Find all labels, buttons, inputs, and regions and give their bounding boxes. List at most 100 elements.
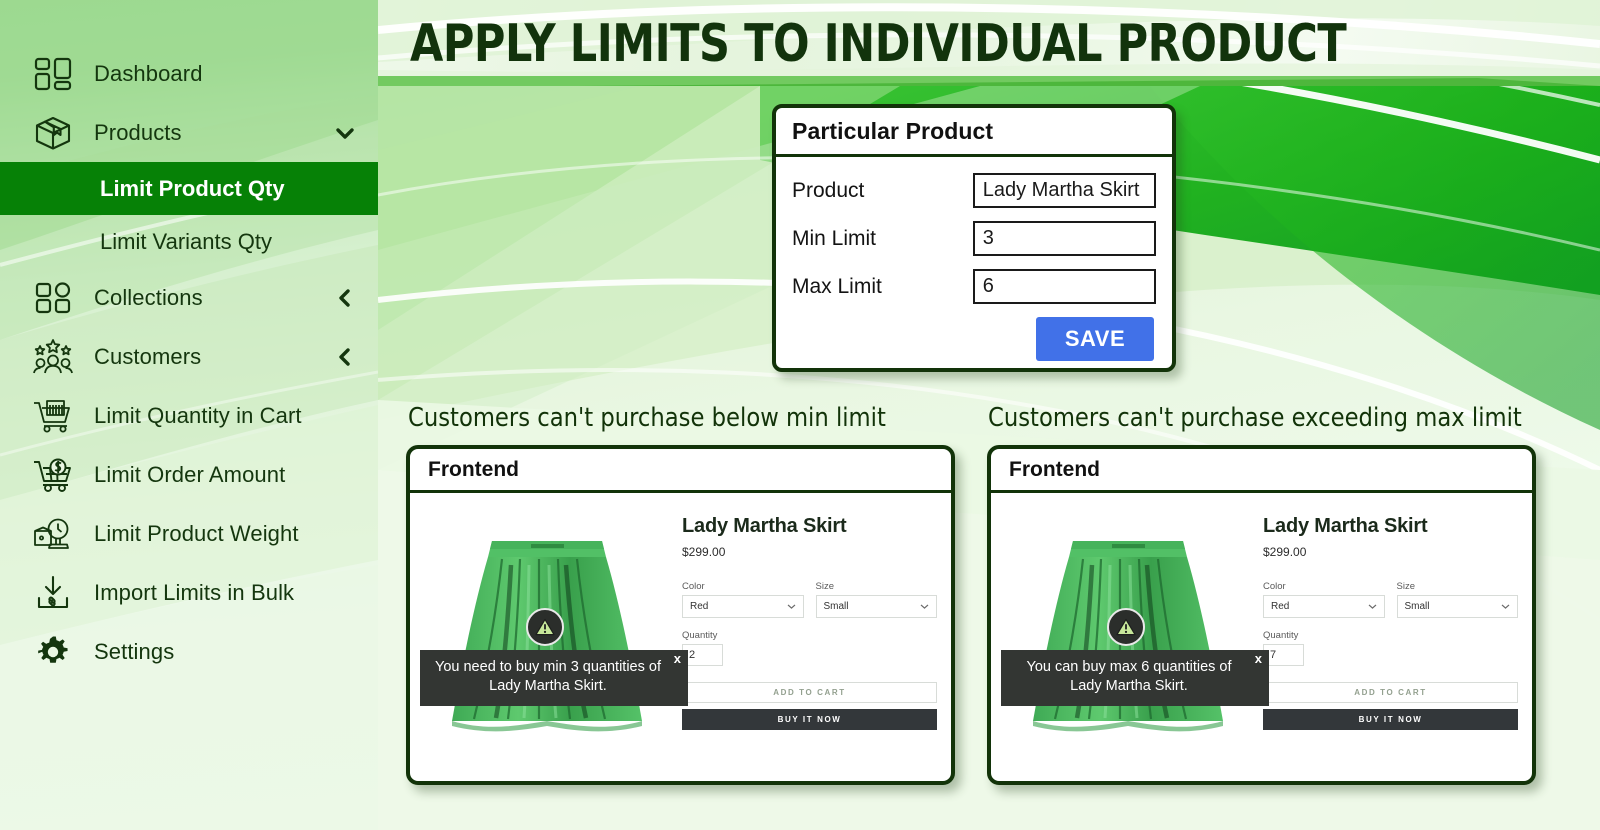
variant-selectors: Color Red Size Small [1263,581,1518,618]
quantity-label: Quantity [682,630,718,641]
import-download-icon [30,573,76,613]
sidebar-item-products[interactable]: Products [0,103,378,162]
field-label: Max Limit [792,274,882,298]
sidebar-item-limit-quantity-in-cart[interactable]: Limit Quantity in Cart [0,386,378,445]
dashboard-grid-icon [30,54,76,94]
quantity-input[interactable]: 7 [1263,644,1304,666]
panel-title: Frontend [1009,457,1100,481]
warning-triangle-icon [1116,618,1136,636]
sidebar-item-label: Limit Variants Qty [100,228,272,254]
sidebar-item-label: Products [94,119,182,145]
particular-product-card: Particular Product Product Lady Martha S… [772,104,1176,372]
sidebar: Dashboard Products Limit Product Qty Lim… [0,0,378,830]
variant-selectors: Color Red Size Small [682,581,937,618]
add-to-cart-button[interactable]: ADD TO CART [1263,682,1518,703]
sidebar-item-import-limits-in-bulk[interactable]: Import Limits in Bulk [0,563,378,622]
quantity-input[interactable]: 2 [682,644,723,666]
warning-badge [1107,608,1145,646]
size-value: Small [823,601,849,612]
product-title: Lady Martha Skirt [1263,515,1428,537]
chevron-down-icon [787,601,796,612]
form-row-max-limit: Max Limit 6 [792,269,1156,304]
cart-dollar-icon [30,455,76,495]
size-value: Small [1404,601,1430,612]
save-button-row: SAVE [792,317,1156,361]
product-image-column: x You can buy max 6 quantities of Lady M… [991,493,1269,781]
product-price: $299.00 [1263,545,1307,559]
size-label: Size [815,581,834,592]
sidebar-item-limit-order-amount[interactable]: Limit Order Amount [0,445,378,504]
sidebar-item-label: Import Limits in Bulk [94,579,295,605]
card-title: Particular Product [792,117,994,144]
buy-it-now-button[interactable]: BUY IT NOW [682,709,937,730]
size-option: Size Small [1396,581,1518,618]
frontend-card-header: Frontend [991,449,1532,493]
toast-close-icon[interactable]: x [674,652,681,665]
sidebar-item-label: Settings [94,638,175,664]
sidebar-item-dashboard[interactable]: Dashboard [0,44,378,103]
sidebar-item-label: Dashboard [94,60,203,86]
frontend-preview-card-min: Frontend x You need to buy min 3 quantit… [406,445,955,785]
field-label: Min Limit [792,226,877,250]
size-select[interactable]: Small [1396,595,1518,618]
add-to-cart-button[interactable]: ADD TO CART [682,682,937,703]
sidebar-item-label: Customers [94,343,202,369]
size-select[interactable]: Small [815,595,937,618]
sidebar-item-collections[interactable]: Collections [0,268,378,327]
panel-title: Frontend [428,457,519,481]
particular-product-form: Product Lady Martha Skirt Min Limit 3 Ma… [776,157,1172,361]
sidebar-item-settings[interactable]: Settings [0,622,378,681]
particular-product-card-header: Particular Product [776,108,1172,157]
color-option: Color Red [1263,581,1385,618]
gear-icon [30,632,76,672]
form-row-min-limit: Min Limit 3 [792,221,1156,256]
color-select[interactable]: Red [682,595,804,618]
sidebar-item-customers[interactable]: Customers [0,327,378,386]
chevron-left-icon[interactable] [334,346,356,368]
product-info-column: Lady Martha Skirt $299.00 Color Red Size… [682,493,951,781]
save-button[interactable]: SAVE [1036,317,1154,361]
caption-min-limit: Customers can't purchase below min limit [408,403,886,433]
frontend-card-body: x You can buy max 6 quantities of Lady M… [991,493,1532,781]
chevron-down-icon [920,601,929,612]
warning-badge [526,608,564,646]
quantity-label: Quantity [1263,630,1299,641]
sidebar-item-limit-product-weight[interactable]: Limit Product Weight [0,504,378,563]
toast-text: You can buy max 6 quantities of Lady Mar… [1026,659,1232,694]
chevron-left-icon[interactable] [334,287,356,309]
sidebar-item-label: Collections [94,284,203,310]
form-row-product: Product Lady Martha Skirt [792,173,1156,208]
color-select[interactable]: Red [1263,595,1385,618]
product-title: Lady Martha Skirt [682,515,847,537]
chevron-down-icon[interactable] [334,122,356,144]
caption-max-limit: Customers can't purchase exceeding max l… [988,403,1522,433]
sidebar-item-limit-product-qty[interactable]: Limit Product Qty [0,162,378,215]
sidebar-menu: Dashboard Products Limit Product Qty Lim… [0,0,378,681]
collections-grid-icon [30,278,76,318]
toast-close-icon[interactable]: x [1255,652,1262,665]
product-price: $299.00 [682,545,726,559]
color-label: Color [1263,581,1286,592]
product-image-column: x You need to buy min 3 quantities of La… [410,493,688,781]
limit-toast-message: x You need to buy min 3 quantities of La… [420,650,688,706]
sidebar-item-label: Limit Quantity in Cart [94,402,302,428]
size-option: Size Small [815,581,937,618]
color-value: Red [1271,601,1290,612]
buy-it-now-button[interactable]: BUY IT NOW [1263,709,1518,730]
color-option: Color Red [682,581,804,618]
sidebar-item-label: Limit Product Weight [94,520,299,546]
app-root: APPLY LIMITS TO INDIVIDUAL PRODUCT Dashb… [0,0,1600,830]
frontend-card-body: x You need to buy min 3 quantities of La… [410,493,951,781]
warning-triangle-icon [535,618,555,636]
sidebar-item-label: Limit Order Amount [94,461,286,487]
customers-stars-icon [30,337,76,377]
product-info-column: Lady Martha Skirt $299.00 Color Red Size… [1263,493,1532,781]
product-input[interactable]: Lady Martha Skirt [972,173,1156,208]
min-limit-input[interactable]: 3 [972,221,1156,256]
frontend-preview-card-max: Frontend x You can buy max 6 quantities … [987,445,1536,785]
frontend-card-header: Frontend [410,449,951,493]
color-value: Red [690,601,709,612]
sidebar-item-limit-variants-qty[interactable]: Limit Variants Qty [0,215,378,268]
max-limit-input[interactable]: 6 [972,269,1156,304]
chevron-down-icon [1368,601,1377,612]
